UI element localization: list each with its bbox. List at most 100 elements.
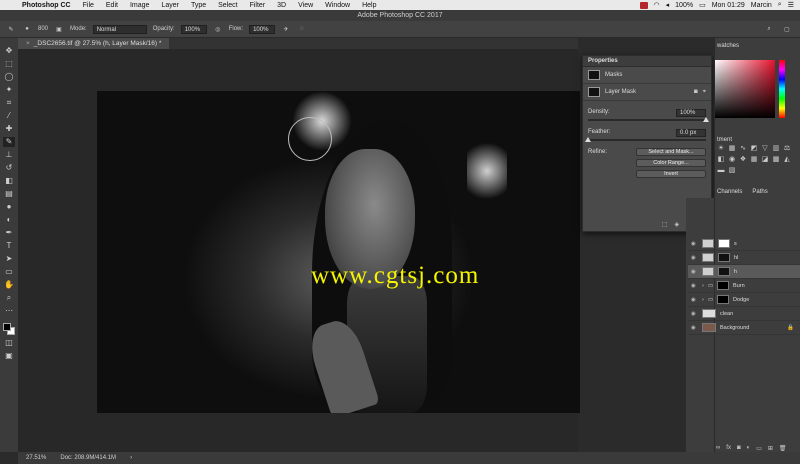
layer-thumbnail[interactable] bbox=[702, 323, 716, 332]
record-icon[interactable] bbox=[639, 1, 648, 9]
pixel-mask-icon[interactable] bbox=[588, 70, 600, 80]
layer-row-h[interactable]: ◉ h bbox=[688, 265, 800, 279]
menu-view[interactable]: View bbox=[292, 2, 319, 9]
fx-icon[interactable]: fx bbox=[726, 445, 731, 452]
visibility-eye-icon[interactable]: ◉ bbox=[691, 325, 698, 331]
volume-icon[interactable]: ◂ bbox=[666, 1, 670, 9]
eyedropper-tool-icon[interactable]: ⁄ bbox=[3, 111, 15, 121]
select-and-mask-button[interactable]: Select and Mask... bbox=[636, 148, 706, 156]
layer-mask-thumbnail[interactable] bbox=[718, 267, 730, 276]
healing-tool-icon[interactable]: ✚ bbox=[3, 124, 15, 134]
menu-3d[interactable]: 3D bbox=[271, 2, 292, 9]
quick-select-tool-icon[interactable]: ✦ bbox=[3, 85, 15, 95]
menu-type[interactable]: Type bbox=[185, 2, 212, 9]
close-tab-icon[interactable]: × bbox=[26, 40, 30, 47]
load-selection-icon[interactable]: ⬚ bbox=[662, 221, 668, 228]
apply-mask-icon[interactable]: ◈ bbox=[675, 221, 680, 228]
user-name[interactable]: Marcin bbox=[751, 2, 772, 9]
properties-title[interactable]: Properties bbox=[583, 56, 711, 67]
add-vector-mask-icon[interactable]: ⌖ bbox=[703, 89, 706, 96]
hand-tool-icon[interactable]: ✋ bbox=[3, 280, 15, 290]
pressure-size-icon[interactable]: ◌ bbox=[297, 24, 307, 34]
add-pixel-mask-icon[interactable]: ◙ bbox=[694, 89, 698, 95]
color-swatches[interactable] bbox=[3, 323, 15, 335]
document-tab[interactable]: × _DSC2656.tif @ 27.5% (h, Layer Mask/16)… bbox=[18, 38, 170, 49]
stamp-tool-icon[interactable]: ⊥ bbox=[3, 150, 15, 160]
density-slider[interactable] bbox=[588, 117, 709, 122]
photo-canvas[interactable] bbox=[97, 91, 580, 413]
layer-mask-thumbnail[interactable] bbox=[718, 239, 730, 248]
pressure-opacity-icon[interactable]: ◎ bbox=[213, 24, 223, 34]
shape-tool-icon[interactable]: ▭ bbox=[3, 267, 15, 277]
brush-size[interactable]: 800 bbox=[38, 26, 48, 32]
spotlight-icon[interactable]: ⌕ bbox=[778, 1, 782, 9]
opacity-field[interactable]: 100% bbox=[180, 24, 207, 34]
feather-slider[interactable] bbox=[585, 137, 706, 142]
layer-row-hl[interactable]: ◉ hl bbox=[688, 251, 800, 265]
layer-row-dodge[interactable]: ◉ › ▭ Dodge bbox=[688, 293, 800, 307]
zoom-tool-icon[interactable]: ⌕ bbox=[3, 293, 15, 303]
type-tool-icon[interactable]: T bbox=[3, 241, 15, 251]
eraser-tool-icon[interactable]: ◧ bbox=[3, 176, 15, 186]
crop-tool-icon[interactable]: ⌗ bbox=[3, 98, 15, 108]
visibility-eye-icon[interactable]: ◉ bbox=[691, 255, 698, 261]
brush-panel-icon[interactable]: ▣ bbox=[54, 24, 64, 34]
history-brush-icon[interactable]: ↺ bbox=[3, 163, 15, 173]
new-layer-icon[interactable]: ⊞ bbox=[768, 445, 773, 452]
density-field[interactable]: 100% bbox=[676, 109, 706, 117]
new-group-icon[interactable]: ▭ bbox=[756, 445, 762, 452]
notifications-icon[interactable]: ☰ bbox=[788, 1, 794, 9]
screen-mode-icon[interactable]: ▣ bbox=[3, 351, 15, 361]
menu-app[interactable]: Photoshop CC bbox=[16, 2, 77, 9]
wifi-icon[interactable]: ◠ bbox=[654, 1, 660, 9]
brush-preset-icon[interactable]: ● bbox=[22, 24, 32, 34]
visibility-eye-icon[interactable]: ◉ bbox=[691, 297, 698, 303]
canvas-area[interactable]: www.cgtsj.com bbox=[18, 49, 580, 452]
airbrush-icon[interactable]: ✈ bbox=[281, 24, 291, 34]
feather-field[interactable]: 0.0 px bbox=[676, 129, 706, 137]
invert-button[interactable]: Invert bbox=[636, 170, 706, 178]
menu-help[interactable]: Help bbox=[356, 2, 382, 9]
path-select-tool-icon[interactable]: ➤ bbox=[3, 254, 15, 264]
gradient-tool-icon[interactable]: ▤ bbox=[3, 189, 15, 199]
new-adjustment-icon[interactable]: ◐ bbox=[747, 445, 751, 452]
marquee-tool-icon[interactable]: ⬚ bbox=[3, 59, 15, 69]
workspace-icon[interactable]: ▢ bbox=[782, 24, 792, 34]
more-tools-icon[interactable]: ⋯ bbox=[3, 306, 15, 316]
layer-mask-thumbnail[interactable] bbox=[717, 281, 730, 290]
quick-mask-icon[interactable]: ◫ bbox=[3, 338, 15, 348]
add-mask-icon[interactable]: ◙ bbox=[737, 445, 741, 452]
foreground-color-swatch[interactable] bbox=[3, 323, 11, 331]
layer-mask-thumbnail[interactable] bbox=[718, 253, 730, 262]
menu-select[interactable]: Select bbox=[212, 2, 243, 9]
clock[interactable]: Mon 01:29 bbox=[712, 2, 745, 9]
flow-field[interactable]: 100% bbox=[249, 24, 276, 34]
layer-row-s[interactable]: ◉ s bbox=[688, 237, 800, 251]
visibility-eye-icon[interactable]: ◉ bbox=[691, 241, 698, 247]
mode-select[interactable]: Normal bbox=[92, 24, 147, 34]
menu-image[interactable]: Image bbox=[124, 2, 155, 9]
visibility-eye-icon[interactable]: ◉ bbox=[691, 283, 698, 289]
color-range-button[interactable]: Color Range... bbox=[636, 159, 706, 167]
menu-window[interactable]: Window bbox=[319, 2, 356, 9]
menu-file[interactable]: File bbox=[77, 2, 100, 9]
layer-thumbnail[interactable] bbox=[702, 309, 716, 318]
expand-group-icon[interactable]: › bbox=[702, 297, 704, 303]
feather-slider-knob[interactable] bbox=[585, 137, 591, 142]
visibility-eye-icon[interactable]: ◉ bbox=[691, 311, 698, 317]
link-layers-icon[interactable]: ∞ bbox=[716, 445, 720, 452]
layer-row-background[interactable]: ◉ Background 🔒 bbox=[688, 321, 800, 335]
dodge-tool-icon[interactable]: ◐ bbox=[3, 215, 15, 225]
menu-edit[interactable]: Edit bbox=[100, 2, 124, 9]
layer-mask-thumbnail[interactable] bbox=[588, 87, 600, 97]
layer-mask-thumbnail[interactable] bbox=[717, 295, 730, 304]
visibility-eye-icon[interactable]: ◉ bbox=[691, 269, 698, 275]
doc-size[interactable]: Doc: 208.9M/414.1M bbox=[60, 455, 116, 461]
layer-row-burn[interactable]: ◉ › ▭ Burn bbox=[688, 279, 800, 293]
density-slider-knob[interactable] bbox=[703, 117, 709, 122]
status-menu-icon[interactable]: › bbox=[130, 455, 132, 461]
zoom-level[interactable]: 27.51% bbox=[26, 455, 46, 461]
search-icon[interactable]: ⌕ bbox=[764, 24, 774, 34]
move-tool-icon[interactable]: ✥ bbox=[3, 46, 15, 56]
delete-layer-icon[interactable]: 🗑 bbox=[779, 445, 787, 452]
